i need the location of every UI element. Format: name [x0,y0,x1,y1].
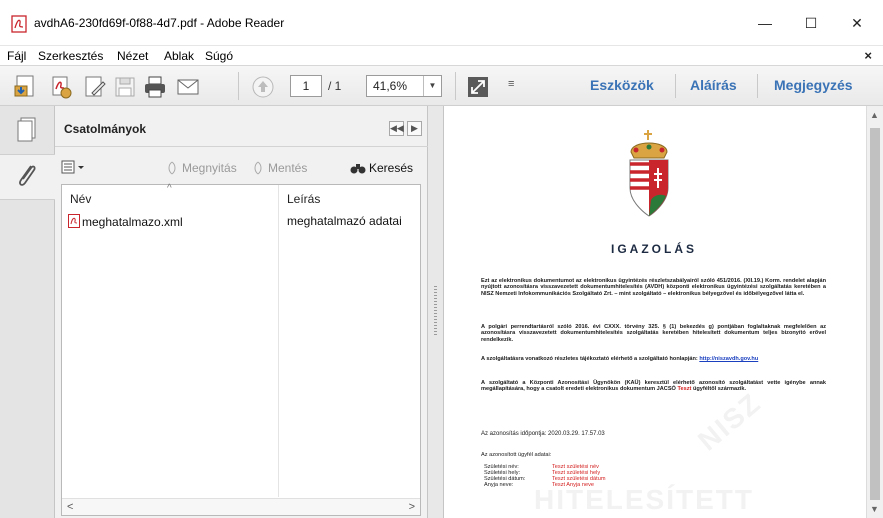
save-attachment-button[interactable]: Mentés [251,161,307,175]
panel-splitter[interactable] [428,106,444,518]
search-attachment-button[interactable]: Keresés [350,161,413,175]
watermark-text: HITELESÍTETT [534,484,754,515]
maximize-button[interactable]: ☐ [788,10,834,36]
combine-files-icon[interactable] [48,74,74,100]
panel-header: Csatolmányok ◀◀ ▶ [55,106,428,146]
binoculars-icon [350,164,366,174]
open-icon [168,161,176,175]
scroll-down-icon[interactable]: ▼ [870,504,879,514]
options-menu-icon[interactable] [61,159,91,175]
menu-view[interactable]: Nézet [117,49,148,63]
open-attachment-button[interactable]: Megnyitás [165,161,237,175]
expand-panel-icon[interactable]: ▶ [407,121,422,136]
panel-title: Csatolmányok [64,122,147,136]
save-attachment-label: Mentés [268,161,308,175]
open-attachment-label: Megnyitás [182,161,237,175]
nisz-website-link[interactable]: http://niszavdh.gov.hu [699,356,758,362]
scroll-up-icon[interactable]: ▲ [870,110,879,120]
scrollbar-thumb[interactable] [870,128,880,500]
tools-link[interactable]: Eszközök [590,77,654,93]
client-data-label: Az azonosított ügyfél adatai: [481,452,552,458]
horizontal-scrollbar[interactable]: < > [62,498,420,515]
chevron-down-icon[interactable]: ▼ [423,76,441,96]
close-window-button[interactable]: ✕ [834,10,880,36]
document-paragraph-3: A szolgáltatásra vonatkozó részletes táj… [481,356,826,362]
collapse-panel-icon[interactable]: ◀◀ [389,121,404,136]
scroll-left-icon[interactable]: < [67,501,73,513]
paragraph-4-text: A szolgáltató a Központi Azonosítási Ügy… [481,380,826,393]
document-paragraph-4: A szolgáltató a Központi Azonosítási Ügy… [481,380,826,393]
zoom-select[interactable]: 41,6% ▼ [366,75,442,97]
paragraph-4-end: ügyféltől származik. [692,386,747,393]
page-thumbnails-icon[interactable] [9,112,45,148]
menu-bar: Fájl Szerkesztés Nézet Ablak Súgó × [0,46,883,66]
attachments-actions: Megnyitás Mentés Keresés [55,146,428,182]
minimize-button[interactable]: — [742,10,788,36]
close-document-icon[interactable]: × [864,48,872,63]
save-icon[interactable] [112,74,138,100]
window-title: avdhA6-230fd69f-0f88-4d7.pdf - Adobe Rea… [34,16,285,30]
attachment-name: meghatalmazo.xml [82,215,183,229]
field-label: Anyja neve: [484,482,514,488]
sign-link[interactable]: Aláírás [690,77,737,93]
save-attachment-icon [254,161,262,175]
edit-pdf-icon[interactable] [82,74,108,100]
column-header-name[interactable]: Név [70,192,91,206]
pdf-file-icon [68,214,80,228]
customize-toolbar-icon[interactable]: ≡ [508,78,514,90]
page-total: / 1 [328,79,342,93]
attachment-name-cell[interactable]: meghatalmazo.xml [68,214,183,229]
menu-edit[interactable]: Szerkesztés [38,49,103,63]
attachments-panel: Csatolmányok ◀◀ ▶ Megnyitás Mentés Keres… [55,106,428,518]
document-title: IGAZOLÁS [611,242,697,256]
title-bar: avdhA6-230fd69f-0f88-4d7.pdf - Adobe Rea… [0,0,883,46]
menu-window[interactable]: Ablak [164,49,194,63]
coat-of-arms-icon [629,130,669,217]
scroll-right-icon[interactable]: > [409,501,415,513]
paragraph-3-text: A szolgáltatásra vonatkozó részletes táj… [481,356,698,362]
menu-file[interactable]: Fájl [7,49,26,63]
field-value: Teszt Anyja neve [552,482,594,488]
print-icon[interactable] [142,74,168,100]
menu-help[interactable]: Súgó [205,49,233,63]
attachment-description: meghatalmazó adatai [287,214,402,228]
document-view: NISZ HITELESÍTETT IGAZOLÁS Ezt az elektr… [444,106,866,518]
sort-ascending-icon[interactable]: ^ [167,183,172,194]
toolbar: 1 / 1 41,6% ▼ ≡ Eszközök Aláírás Megjegy… [0,66,883,106]
vertical-scrollbar[interactable]: ▲ ▼ [866,106,883,518]
navigation-rail [0,106,55,518]
create-pdf-icon[interactable] [12,74,38,100]
fit-page-icon[interactable] [465,74,491,100]
client-name-red: Teszt [677,386,692,393]
adobe-reader-icon [11,15,27,33]
comment-link[interactable]: Megjegyzés [774,77,853,93]
email-icon[interactable] [175,74,201,100]
zoom-value: 41,6% [373,79,408,93]
search-attachment-label: Keresés [369,161,414,175]
previous-page-icon[interactable] [250,74,276,100]
paperclip-icon[interactable] [9,158,45,194]
document-paragraph-2: A polgári perrendtartásról szóló 2016. é… [481,324,826,343]
page-number-input[interactable]: 1 [290,75,322,97]
attachments-table: ^ Név Leírás meghatalmazo.xml meghatalma… [61,183,421,516]
watermark-seal: NISZ [692,386,768,457]
column-header-description[interactable]: Leírás [287,192,320,206]
document-paragraph-1: Ezt az elektronikus dokumentumot az elek… [481,278,826,297]
identification-timestamp: Az azonosítás időpontja: 2020.03.29. 17.… [481,431,605,437]
